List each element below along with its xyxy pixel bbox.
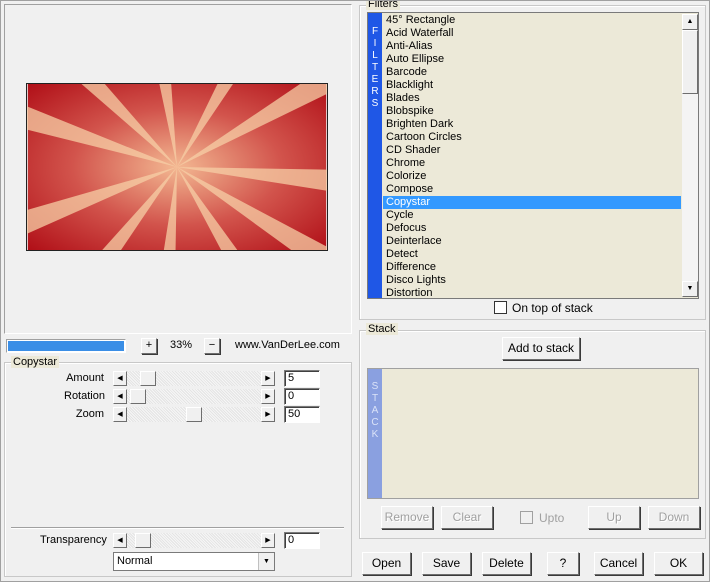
param-label: Zoom: [75, 408, 104, 420]
param-left-arrow[interactable]: ◀: [113, 389, 127, 404]
param-slider[interactable]: [127, 407, 261, 422]
stack-side-letter: A: [371, 405, 379, 416]
param-slider[interactable]: [127, 371, 261, 386]
param-thumb[interactable]: [186, 407, 202, 422]
remove-button[interactable]: Remove: [381, 506, 433, 529]
transparency-right-arrow[interactable]: ▶: [261, 533, 275, 548]
filter-item[interactable]: Barcode: [383, 66, 681, 79]
filter-item[interactable]: Acid Waterfall: [383, 27, 681, 40]
copystar-group-title: Copystar: [11, 356, 60, 368]
upto-checkbox[interactable]: [520, 511, 533, 524]
filter-item[interactable]: Auto Ellipse: [383, 53, 681, 66]
param-slider[interactable]: [127, 389, 261, 404]
zoom-in-button[interactable]: +: [141, 338, 157, 354]
filters-side-letter: S: [371, 98, 379, 109]
filters-side-letter: E: [371, 74, 379, 85]
preview-image: [26, 83, 328, 251]
filter-item[interactable]: CD Shader: [383, 144, 681, 157]
transparency-left-arrow[interactable]: ◀: [113, 533, 127, 548]
param-label: Amount: [66, 372, 104, 384]
filters-side-letter: R: [371, 86, 379, 97]
delete-button[interactable]: Delete: [482, 552, 531, 575]
filters-side-letter: T: [371, 62, 379, 73]
filter-item[interactable]: Detect: [383, 248, 681, 261]
transparency-value[interactable]: 0: [284, 532, 320, 549]
filter-item[interactable]: Disco Lights: [383, 274, 681, 287]
ok-button[interactable]: OK: [654, 552, 703, 575]
filter-item[interactable]: Copystar: [383, 196, 681, 209]
stack-side-letter: K: [371, 429, 379, 440]
clear-button[interactable]: Clear: [441, 506, 493, 529]
separator: [11, 527, 344, 529]
transparency-thumb[interactable]: [135, 533, 151, 548]
on-top-checkbox[interactable]: [494, 301, 507, 314]
filter-item[interactable]: Defocus: [383, 222, 681, 235]
scroll-up-arrow[interactable]: ▲: [682, 14, 698, 30]
blend-mode-select[interactable]: Normal ▼: [113, 552, 275, 571]
filter-item[interactable]: Blacklight: [383, 79, 681, 92]
param-value[interactable]: 50: [284, 406, 320, 423]
help-button[interactable]: ?: [547, 552, 579, 575]
open-button[interactable]: Open: [362, 552, 411, 575]
progress-fill: [8, 341, 124, 351]
preview-panel: [4, 4, 352, 334]
filters-list[interactable]: 45° Rectangle Acid Waterfall Anti-Alias Aut…: [383, 14, 681, 297]
chevron-down-icon[interactable]: ▼: [258, 553, 274, 570]
filter-item[interactable]: Chrome: [383, 157, 681, 170]
param-right-arrow[interactable]: ▶: [261, 371, 275, 386]
filter-item[interactable]: Anti-Alias: [383, 40, 681, 53]
param-right-arrow[interactable]: ▶: [261, 389, 275, 404]
up-button[interactable]: Up: [588, 506, 640, 529]
stack-group-title: Stack: [366, 323, 398, 335]
zoom-value: 33%: [170, 339, 193, 351]
filter-item[interactable]: Difference: [383, 261, 681, 274]
stack-side-letter: C: [371, 417, 379, 428]
transparency-slider[interactable]: [127, 533, 261, 548]
on-top-label: On top of stack: [512, 301, 593, 315]
param-thumb[interactable]: [130, 389, 146, 404]
param-value[interactable]: 0: [284, 388, 320, 405]
zoom-out-button[interactable]: −: [204, 338, 220, 354]
scroll-thumb[interactable]: [682, 30, 698, 94]
transparency-label: Transparency: [40, 534, 107, 546]
filters-side-letter: I: [373, 38, 377, 49]
filters-side-letter: L: [372, 50, 378, 61]
cancel-button[interactable]: Cancel: [594, 552, 643, 575]
filter-item[interactable]: Blades: [383, 92, 681, 105]
param-left-arrow[interactable]: ◀: [113, 407, 127, 422]
filters-group-title: Filters: [366, 0, 400, 10]
filter-item[interactable]: Cycle: [383, 209, 681, 222]
filter-item[interactable]: 45° Rectangle: [383, 14, 681, 27]
param-thumb[interactable]: [140, 371, 156, 386]
param-label: Rotation: [64, 390, 105, 402]
website-link[interactable]: www.VanDerLee.com: [235, 339, 340, 351]
blend-mode-value: Normal: [117, 555, 153, 567]
filter-item[interactable]: Colorize: [383, 170, 681, 183]
filters-side-label: FILTERS: [368, 13, 382, 298]
filter-item[interactable]: Compose: [383, 183, 681, 196]
filters-scrollbar[interactable]: ▲ ▼: [682, 14, 698, 297]
filter-item[interactable]: Cartoon Circles: [383, 131, 681, 144]
stack-list[interactable]: [367, 368, 699, 499]
progress-bar: [6, 339, 126, 353]
save-button[interactable]: Save: [422, 552, 471, 575]
stack-side-letter: T: [371, 393, 379, 404]
filter-item[interactable]: Deinterlace: [383, 235, 681, 248]
param-left-arrow[interactable]: ◀: [113, 371, 127, 386]
param-value[interactable]: 5: [284, 370, 320, 387]
upto-label: Upto: [539, 511, 565, 525]
param-right-arrow[interactable]: ▶: [261, 407, 275, 422]
filter-item[interactable]: Brighten Dark: [383, 118, 681, 131]
stack-side-letter: S: [371, 381, 379, 392]
filter-item[interactable]: Distortion: [383, 287, 681, 297]
filter-item[interactable]: Blobspike: [383, 105, 681, 118]
stack-side-label: STACK: [368, 369, 382, 498]
down-button[interactable]: Down: [648, 506, 700, 529]
scroll-down-arrow[interactable]: ▼: [682, 281, 698, 297]
filters-side-letter: F: [371, 26, 379, 37]
add-to-stack-button[interactable]: Add to stack: [502, 337, 580, 360]
